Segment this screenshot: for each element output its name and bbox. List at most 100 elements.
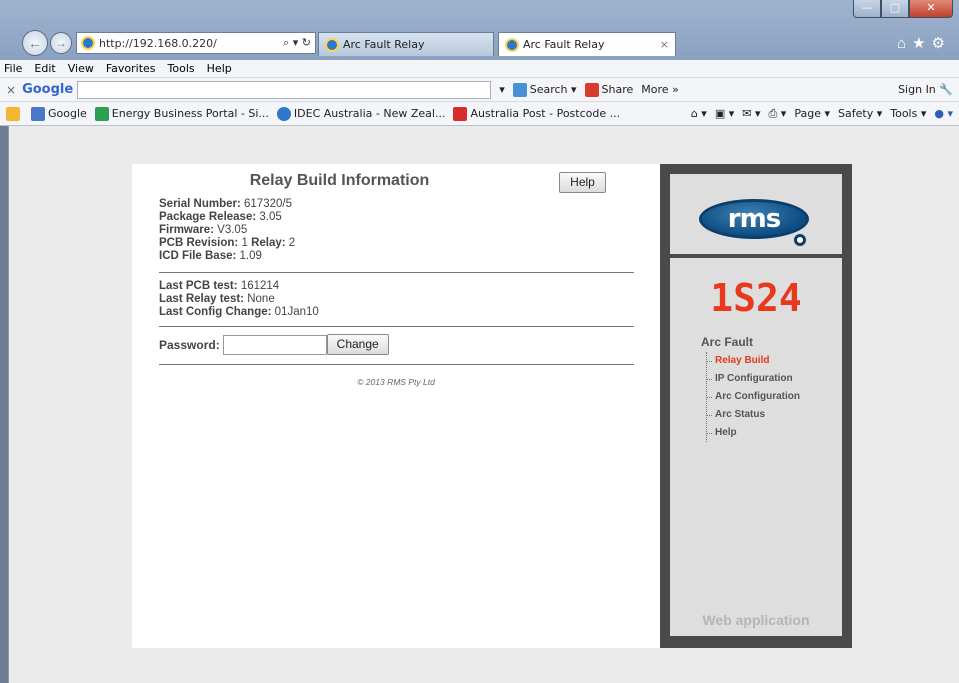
favorite-label: IDEC Australia - New Zeal... [293,107,446,120]
forward-arrow-icon: → [55,36,67,50]
password-field[interactable] [222,334,327,355]
address-text[interactable]: http://192.168.0.220/ [99,37,217,50]
tools-menu[interactable]: Tools ▾ [890,107,926,120]
share-icon [584,82,599,97]
pcb-revision-row: PCB Revision: 1 Relay: 2 [159,237,295,250]
logo-area: rms [670,174,842,258]
build-info-panel: Relay Build Information Help Serial Numb… [132,164,660,648]
nav-relay-build[interactable]: Relay Build [707,352,800,370]
last-relay-test-row: Last Relay test: None [159,293,319,306]
menu-title: Arc Fault [701,335,754,349]
info-label: Firmware: [159,224,214,236]
menu-edit[interactable]: Edit [34,62,55,75]
nav-help[interactable]: Help [707,424,800,442]
change-button[interactable]: Change [326,334,389,355]
info-label: Last Relay test: [159,293,245,305]
menu-file[interactable]: File [4,62,22,75]
home-icon[interactable]: ⌂ [897,35,912,52]
forward-button[interactable]: → [50,32,72,54]
divider [159,364,634,365]
google-share-button[interactable]: Share [584,82,634,97]
google-search-dropdown-icon[interactable]: ▾ [499,83,505,96]
sign-in-button[interactable]: Sign In 🔧 [898,83,953,96]
info-value: V3.05 [217,224,248,236]
package-release-row: Package Release: 3.05 [159,211,295,224]
tab-arc-fault-relay-2[interactable]: Arc Fault Relay × [498,32,676,56]
home-favorites-settings-icons[interactable]: ⌂★⚙ [897,34,951,52]
nav-arc-status[interactable]: Arc Status [707,406,800,424]
tab-label: Arc Fault Relay [523,38,605,51]
info-value: 617320/5 [244,198,292,210]
favorites-star-icon[interactable] [6,106,23,121]
ie-tab-icon [325,37,339,52]
close-button[interactable]: ✕ [909,0,953,18]
info-value: 3.05 [259,211,282,223]
page-menu[interactable]: Page ▾ [794,107,830,120]
search-refresh-icon[interactable]: ⌕ ▾ ↻ [283,36,311,50]
serial-number-row: Serial Number: 617320/5 [159,198,295,211]
minimize-button[interactable]: — [853,0,881,18]
info-value: 1.09 [239,250,262,262]
search-icon [512,82,527,97]
gear-icon[interactable]: ⚙ [932,35,951,52]
test-info-list: Last PCB test: 161214 Last Relay test: N… [159,280,319,319]
logo-dot [794,234,806,246]
back-button[interactable]: ← [22,30,48,56]
model-name: 1S24 [710,276,802,320]
info-label: ICD File Base: [159,250,237,262]
favorite-australia-post[interactable]: Australia Post - Postcode ... [453,106,621,121]
mail-icon[interactable]: ✉ ▾ [742,107,760,120]
info-label: Serial Number: [159,198,241,210]
menu-bar: File Edit View Favorites Tools Help [0,60,959,78]
tab-label: Arc Fault Relay [343,38,425,51]
info-value: 1 [241,237,248,249]
info-value: None [247,293,275,305]
menu-help[interactable]: Help [207,62,232,75]
window-controls: — □ ✕ [853,0,953,18]
safety-menu[interactable]: Safety ▾ [838,107,882,120]
nav-arc-configuration[interactable]: Arc Configuration [707,388,800,406]
command-bar: ⌂ ▾ ▣ ▾ ✉ ▾ ⎙ ▾ Page ▾ Safety ▾ Tools ▾ … [691,107,953,121]
favorite-energy-business-portal[interactable]: Energy Business Portal - Si... [94,106,269,121]
nav-ip-configuration[interactable]: IP Configuration [707,370,800,388]
tab-arc-fault-relay-1[interactable]: Arc Fault Relay [318,32,494,56]
favorite-label: Australia Post - Postcode ... [470,107,621,120]
last-pcb-test-row: Last PCB test: 161214 [159,280,319,293]
divider [159,272,634,273]
help-button[interactable]: Help [559,172,606,193]
help-icon[interactable]: ● ▾ [934,107,953,120]
logo-text: rms [727,204,781,234]
tab-close-icon[interactable]: × [660,38,669,51]
print-icon[interactable]: ⎙ ▾ [769,107,787,121]
password-row: Password: Change [159,334,389,355]
address-bar[interactable]: http://192.168.0.220/ ⌕ ▾ ↻ [76,32,316,54]
favorite-google[interactable]: Google [31,106,87,121]
favorite-idec-australia[interactable]: IDEC Australia - New Zeal... [276,106,446,121]
divider [159,326,634,327]
info-value: 161214 [240,280,280,292]
tools-menu-label: Tools [890,107,918,120]
google-search-button[interactable]: Search ▾ [512,82,577,97]
feeds-icon[interactable]: ▣ ▾ [715,107,734,120]
auspost-fav-icon [453,106,468,121]
maximize-button[interactable]: □ [881,0,909,18]
info-label: PCB Revision: [159,237,239,249]
favorites-bar: Google Energy Business Portal - Si... ID… [0,102,959,126]
google-toolbar: × Google ▾ Search ▾ Share More » Sign In… [0,78,959,102]
menu-favorites[interactable]: Favorites [106,62,156,75]
ie-page-icon [81,36,95,50]
home-icon[interactable]: ⌂ ▾ [691,107,707,120]
build-info-list: Serial Number: 617320/5 Package Release:… [159,198,295,263]
menu-view[interactable]: View [68,62,94,75]
star-icon[interactable]: ★ [912,35,931,52]
side-menu: Relay Build IP Configuration Arc Configu… [706,352,800,442]
close-toolbar-icon[interactable]: × [6,83,16,97]
menu-tools[interactable]: Tools [168,62,195,75]
share-label: Share [601,83,634,96]
browser-titlebar: — □ ✕ ← → http://192.168.0.220/ ⌕ ▾ ↻ Ar… [0,0,959,60]
google-more-button[interactable]: More » [641,83,679,96]
google-search-input[interactable] [77,80,492,99]
s-fav-icon [94,106,109,121]
copyright: © 2013 RMS Pty Ltd [357,377,435,387]
sign-in-label: Sign In [898,83,936,96]
